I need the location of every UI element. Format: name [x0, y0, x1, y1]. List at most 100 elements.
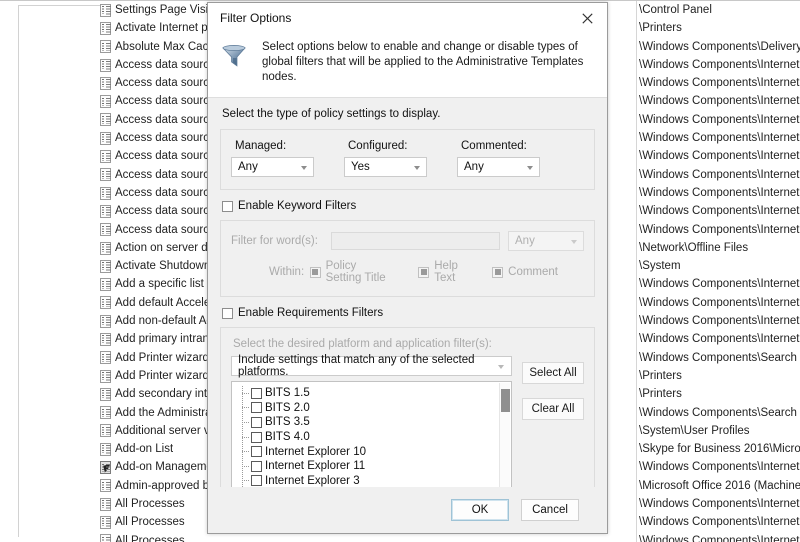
- settings-list-row[interactable]: Access data sources: [100, 184, 212, 202]
- settings-path-row[interactable]: \Windows Components\Internet Exp: [639, 111, 800, 129]
- settings-list-row[interactable]: Access data sources: [100, 166, 212, 184]
- platform-checkbox[interactable]: [251, 402, 262, 413]
- managed-dropdown[interactable]: Any: [231, 157, 314, 177]
- platform-list-scrollbar[interactable]: [499, 383, 510, 487]
- settings-path-row[interactable]: \Windows Components\Internet Exp: [639, 202, 800, 220]
- filter-words-input[interactable]: [331, 232, 500, 250]
- settings-list-row[interactable]: Activate Shutdown I: [100, 257, 212, 275]
- settings-path-row[interactable]: \Windows Components\Delivery Op: [639, 38, 800, 56]
- keyword-filters-group: Filter for word(s): Any Within: Policy S…: [220, 220, 595, 297]
- platform-tree-list[interactable]: BITS 1.5BITS 2.0BITS 3.5BITS 4.0Internet…: [231, 381, 512, 487]
- settings-path-row[interactable]: \System: [639, 257, 800, 275]
- settings-list-row[interactable]: Access data sources: [100, 111, 212, 129]
- settings-list-row[interactable]: Access data sources: [100, 202, 212, 220]
- settings-list-row[interactable]: Additional server ve: [100, 422, 212, 440]
- platform-tree-item[interactable]: BITS 1.5: [232, 386, 511, 401]
- platform-checkbox[interactable]: [251, 417, 262, 428]
- settings-list-row[interactable]: Add secondary intra: [100, 385, 212, 403]
- platform-checkbox[interactable]: [251, 475, 262, 486]
- settings-path-row[interactable]: \Network\Offline Files: [639, 239, 800, 257]
- settings-path-row[interactable]: \Windows Components\Internet Exp: [639, 458, 800, 476]
- settings-list-row[interactable]: Add-on Manageme: [100, 458, 212, 476]
- settings-list-row[interactable]: All Processes: [100, 495, 212, 513]
- settings-path-row[interactable]: \Windows Components\Internet Exp: [639, 56, 800, 74]
- settings-path-row[interactable]: \Printers: [639, 367, 800, 385]
- settings-path-row[interactable]: \Skype for Business 2016\Microsoft: [639, 440, 800, 458]
- settings-list-row[interactable]: Add primary intrane: [100, 330, 212, 348]
- settings-path-row[interactable]: \Windows Components\Internet Exp: [639, 330, 800, 348]
- settings-list-row[interactable]: Action on server dis: [100, 239, 212, 257]
- settings-path-row[interactable]: \Windows Components\Internet Exp: [639, 513, 800, 531]
- settings-path-row[interactable]: \Windows Components\Internet Exp: [639, 275, 800, 293]
- settings-list-row[interactable]: Add non-default Ac: [100, 312, 212, 330]
- close-icon[interactable]: [567, 4, 607, 33]
- dialog-body: Select the type of policy settings to di…: [208, 98, 607, 487]
- settings-path-row[interactable]: \Windows Components\Internet Exp: [639, 495, 800, 513]
- settings-path-row[interactable]: \Microsoft Office 2016 (Machine)\Se: [639, 477, 800, 495]
- settings-list-row[interactable]: Access data sources: [100, 147, 212, 165]
- enable-keyword-filters-checkbox[interactable]: Enable Keyword Filters: [222, 200, 595, 212]
- settings-path-row[interactable]: \Windows Components\Internet Exp: [639, 532, 800, 542]
- settings-path-row[interactable]: \Printers: [639, 19, 800, 37]
- settings-list-row[interactable]: Add-on List: [100, 440, 212, 458]
- platform-tree-item[interactable]: BITS 2.0: [232, 401, 511, 416]
- ok-button[interactable]: OK: [451, 499, 509, 521]
- settings-path-row[interactable]: \Windows Components\Internet Exp: [639, 129, 800, 147]
- platform-checkbox[interactable]: [251, 432, 262, 443]
- commented-value: Any: [464, 161, 484, 173]
- settings-path-row[interactable]: \System\User Profiles: [639, 422, 800, 440]
- platform-tree-item[interactable]: Internet Explorer 11: [232, 459, 511, 474]
- settings-path-row[interactable]: \Control Panel: [639, 1, 800, 19]
- configured-dropdown[interactable]: Yes: [344, 157, 427, 177]
- settings-list-row[interactable]: Access data sources: [100, 56, 212, 74]
- settings-list-row[interactable]: Access data sources: [100, 221, 212, 239]
- settings-path-row[interactable]: \Windows Components\Internet Exp: [639, 221, 800, 239]
- settings-path-row[interactable]: \Printers: [639, 385, 800, 403]
- commented-dropdown[interactable]: Any: [457, 157, 540, 177]
- settings-list-row[interactable]: Add default Accelera: [100, 294, 212, 312]
- settings-path-row[interactable]: \Windows Components\Internet Exp: [639, 147, 800, 165]
- settings-list-row[interactable]: All Processes: [100, 532, 212, 542]
- settings-path-row[interactable]: \Windows Components\Search: [639, 349, 800, 367]
- within-policy-setting-title-checkbox[interactable]: Policy Setting Title: [310, 260, 393, 284]
- settings-list-row[interactable]: Access data sources: [100, 92, 212, 110]
- settings-list-row[interactable]: Access data sources: [100, 74, 212, 92]
- keyword-match-dropdown[interactable]: Any: [508, 231, 584, 251]
- settings-path-row[interactable]: \Windows Components\Internet Exp: [639, 74, 800, 92]
- platform-checkbox[interactable]: [251, 388, 262, 399]
- platform-tree-item[interactable]: BITS 3.5: [232, 415, 511, 430]
- platform-checkbox[interactable]: [251, 446, 262, 457]
- chevron-down-icon: [571, 240, 577, 244]
- settings-list-row[interactable]: Add Printer wizard -: [100, 349, 212, 367]
- settings-path-row[interactable]: \Windows Components\Search: [639, 404, 800, 422]
- settings-list-row[interactable]: Admin-approved be: [100, 477, 212, 495]
- select-all-button[interactable]: Select All: [522, 362, 584, 384]
- platform-checkbox[interactable]: [251, 461, 262, 472]
- settings-list-row[interactable]: Add Printer wizard -: [100, 367, 212, 385]
- settings-list-row[interactable]: Access data sources: [100, 129, 212, 147]
- platform-tree-item[interactable]: Internet Explorer 3: [232, 474, 511, 487]
- within-help-text-checkbox[interactable]: Help Text: [418, 260, 466, 284]
- checkbox-box: [310, 267, 321, 278]
- settings-list-row[interactable]: All Processes: [100, 513, 212, 531]
- settings-list-row[interactable]: Activate Internet pri: [100, 19, 212, 37]
- cancel-button[interactable]: Cancel: [521, 499, 579, 521]
- match-mode-dropdown[interactable]: Include settings that match any of the s…: [231, 356, 512, 376]
- settings-list-row[interactable]: Settings Page Visibili: [100, 1, 212, 19]
- settings-path-row[interactable]: \Windows Components\Internet Exp: [639, 166, 800, 184]
- enable-requirements-filters-checkbox[interactable]: Enable Requirements Filters: [222, 307, 595, 319]
- scrollbar-thumb[interactable]: [501, 389, 510, 412]
- platform-tree-item[interactable]: Internet Explorer 10: [232, 444, 511, 459]
- settings-list-row[interactable]: Absolute Max Cache: [100, 38, 212, 56]
- settings-path-row[interactable]: \Windows Components\Internet Exp: [639, 92, 800, 110]
- platform-tree-item[interactable]: BITS 4.0: [232, 430, 511, 445]
- within-comment-checkbox[interactable]: Comment: [492, 266, 558, 278]
- settings-list-row[interactable]: Add the Administrat: [100, 404, 212, 422]
- settings-path-row[interactable]: \Windows Components\Internet Exp: [639, 184, 800, 202]
- settings-path-row[interactable]: \Windows Components\Internet Exp: [639, 294, 800, 312]
- settings-name-column[interactable]: Settings Page VisibiliActivate Internet …: [100, 1, 212, 542]
- settings-path-column[interactable]: \Control Panel\Printers\Windows Componen…: [636, 1, 800, 542]
- clear-all-button[interactable]: Clear All: [522, 398, 584, 420]
- settings-list-row[interactable]: Add a specific list of: [100, 275, 212, 293]
- settings-path-row[interactable]: \Windows Components\Internet Exp: [639, 312, 800, 330]
